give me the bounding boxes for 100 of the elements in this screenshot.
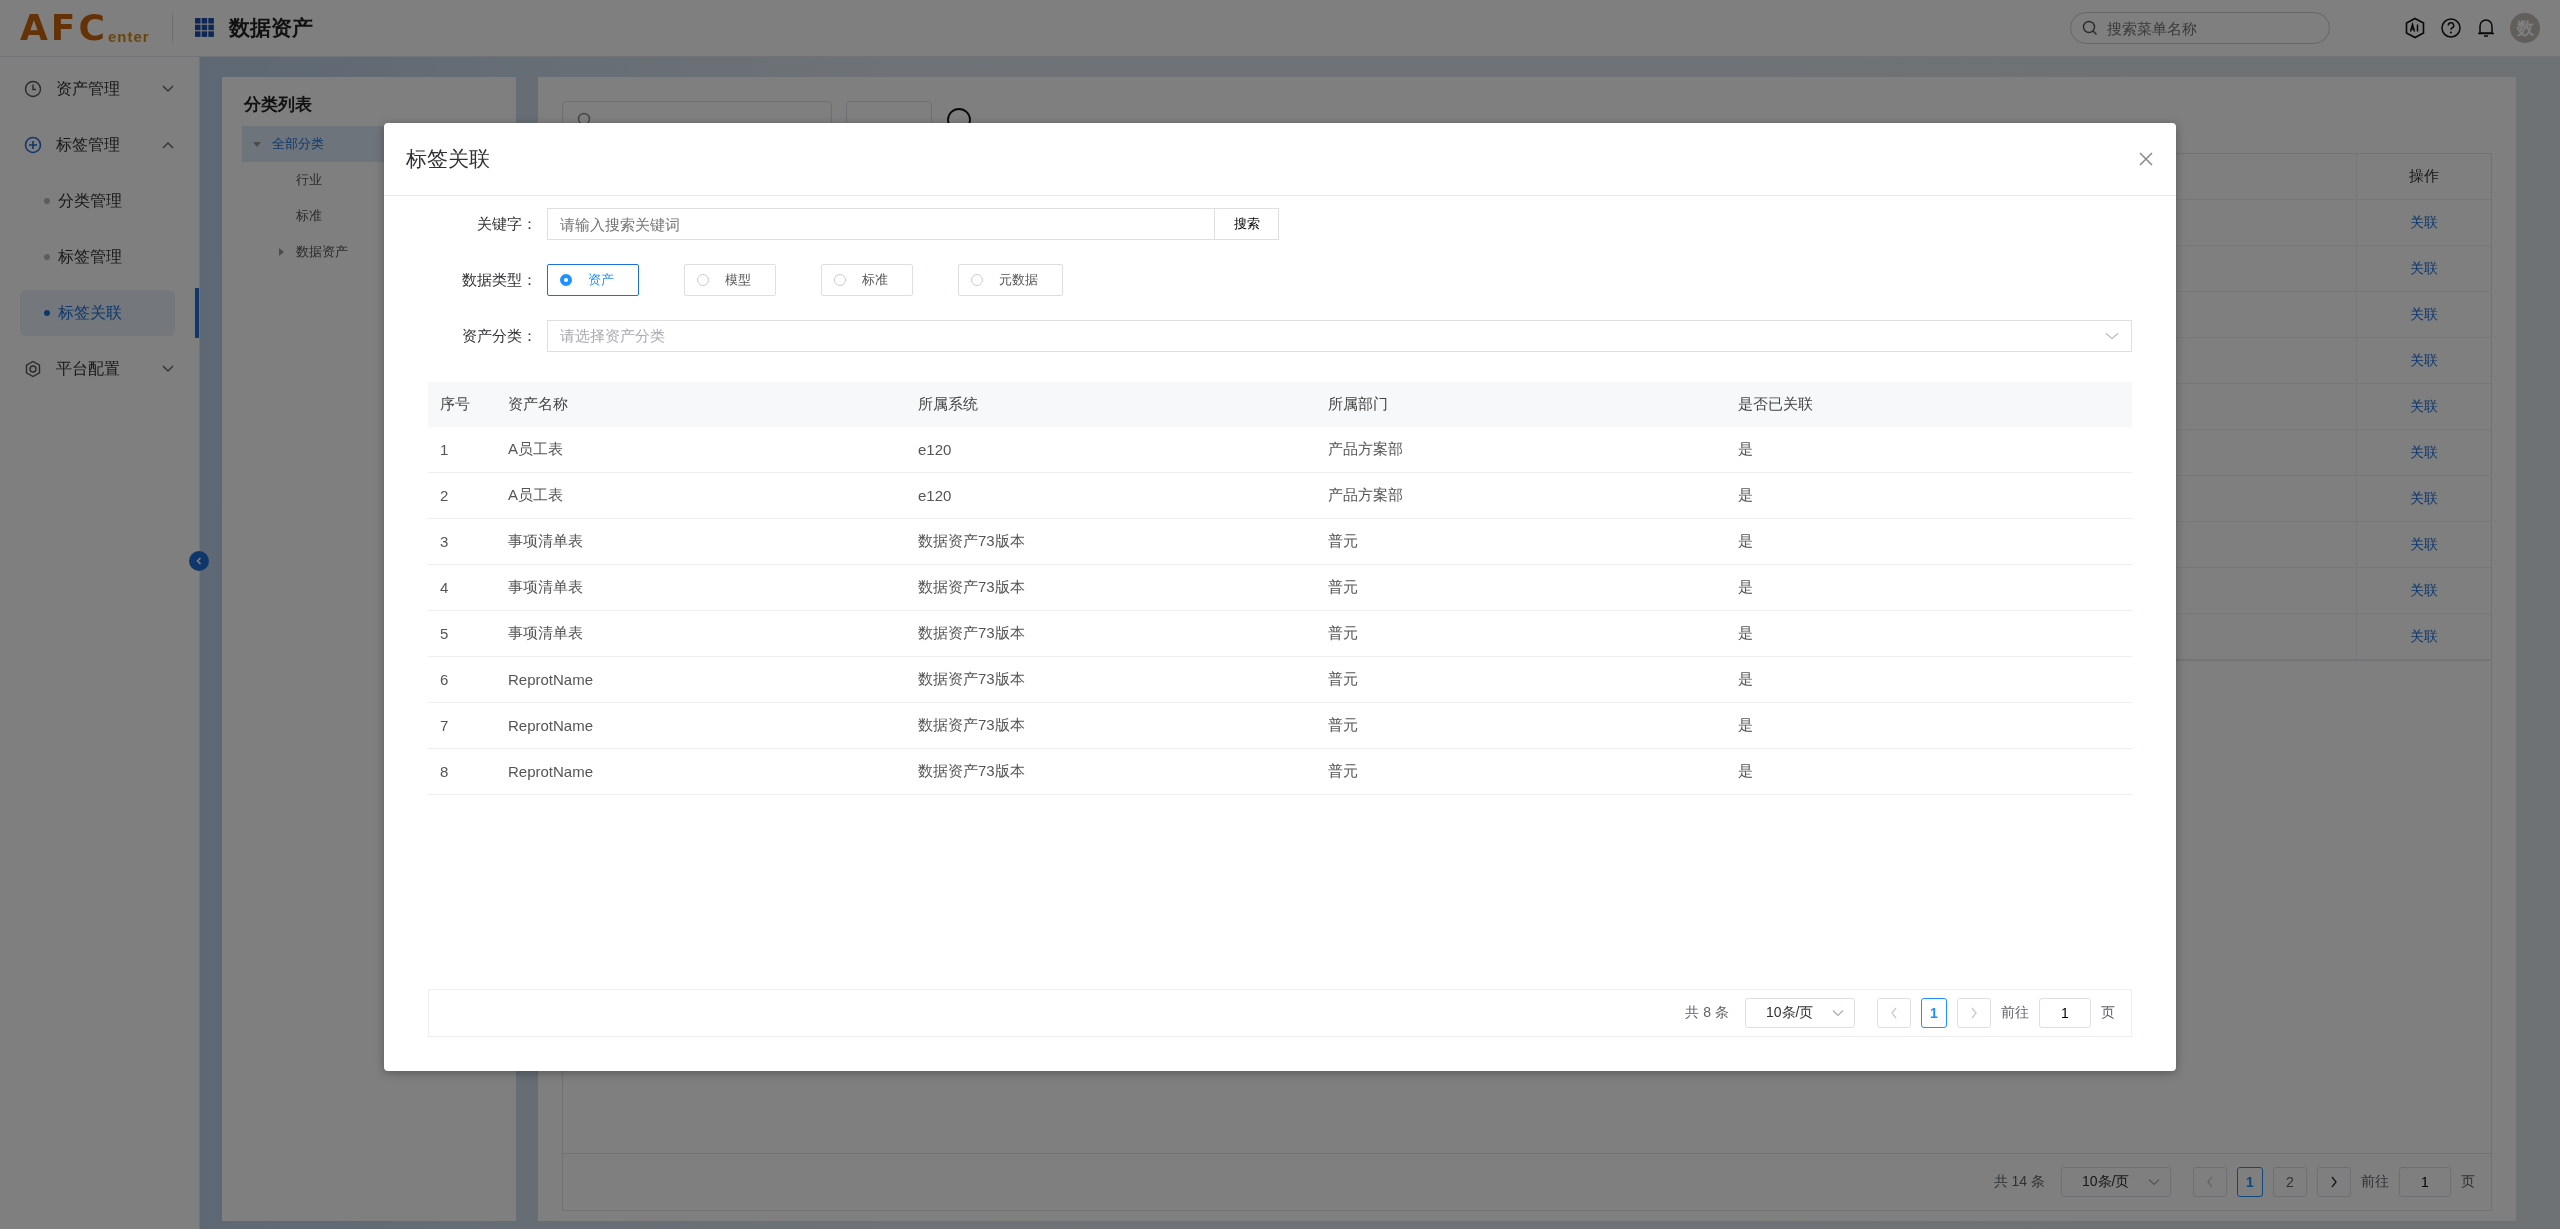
table-cell-text: 事项清单表 bbox=[508, 532, 584, 551]
link-action[interactable]: 关联 bbox=[2410, 259, 2438, 278]
page-button[interactable]: 1 bbox=[2237, 1167, 2263, 1197]
page-unit-label: 页 bbox=[2101, 1004, 2115, 1022]
table-cell-text: A员工表 bbox=[508, 486, 564, 505]
page-number-field[interactable]: 1 bbox=[2399, 1167, 2451, 1197]
table-cell-text: 3 bbox=[440, 533, 450, 550]
nav-group-item[interactable]: 标签管理 bbox=[0, 117, 199, 173]
page-size-select[interactable]: 10条/页 bbox=[1745, 998, 1855, 1028]
table-cell-text: 是 bbox=[1738, 716, 1754, 735]
settings-icon bbox=[24, 360, 42, 378]
table-cell-text: 6 bbox=[440, 671, 450, 688]
table-cell-text: ReprotName bbox=[508, 717, 595, 734]
link-action[interactable]: 关联 bbox=[2410, 581, 2438, 600]
goto-label: 前往 bbox=[2001, 1004, 2029, 1022]
chevron-left-icon bbox=[2206, 1176, 2214, 1188]
table-cell-text: e120 bbox=[918, 441, 953, 458]
nav-group-item[interactable]: 资产管理 bbox=[0, 61, 199, 117]
search-button[interactable]: 搜索 bbox=[1215, 208, 1279, 240]
link-action[interactable]: 关联 bbox=[2410, 489, 2438, 508]
bell-icon[interactable] bbox=[2476, 17, 2496, 39]
nav-group-item[interactable]: 平台配置 bbox=[0, 341, 199, 397]
chevron-down-icon bbox=[2105, 332, 2119, 340]
radio-option[interactable]: 资产 bbox=[547, 264, 639, 296]
table-cell-text: ReprotName bbox=[508, 763, 595, 780]
goto-label: 前往 bbox=[2361, 1173, 2389, 1191]
page-button[interactable]: 2 bbox=[2273, 1167, 2307, 1197]
table-cell-text: 产品方案部 bbox=[1328, 440, 1404, 459]
chevron-right-icon bbox=[2330, 1176, 2338, 1188]
table-cell-text: 4 bbox=[440, 579, 450, 596]
radio-option[interactable]: 元数据 bbox=[958, 264, 1063, 296]
table-cell-text: 是 bbox=[1738, 440, 1754, 459]
tree-node[interactable]: 数据资产 bbox=[242, 234, 496, 270]
table-cell-text: 数据资产73版本 bbox=[918, 578, 1026, 597]
nav-item[interactable]: 标签关联 bbox=[20, 290, 175, 336]
link-action[interactable]: 关联 bbox=[2410, 535, 2438, 554]
table-cell-text: 2 bbox=[440, 487, 450, 504]
app-title: 数据资产 bbox=[228, 15, 313, 41]
table-cell-text: ReprotName bbox=[508, 671, 595, 688]
link-action[interactable]: 关联 bbox=[2410, 627, 2438, 646]
nav-item[interactable]: 分类管理 bbox=[20, 178, 179, 224]
link-action[interactable]: 关联 bbox=[2410, 397, 2438, 416]
nav-item[interactable]: 标签管理 bbox=[20, 234, 179, 280]
ai-hexagon-icon[interactable] bbox=[2404, 17, 2426, 39]
radio-option[interactable]: 模型 bbox=[684, 264, 776, 296]
table-cell-text: 是 bbox=[1738, 624, 1754, 643]
chevron-down-icon bbox=[1832, 1009, 1844, 1017]
table-cell-text: 1 bbox=[440, 441, 450, 458]
table-cell-text: 事项清单表 bbox=[508, 578, 584, 597]
category-select[interactable]: 请选择资产分类 bbox=[547, 320, 2132, 352]
chevron-down-icon bbox=[2148, 1178, 2160, 1186]
link-action[interactable]: 关联 bbox=[2410, 213, 2438, 232]
table-cell-text: 普元 bbox=[1328, 762, 1359, 781]
plus-circle-icon bbox=[24, 136, 42, 154]
table-cell-text: 普元 bbox=[1328, 716, 1359, 735]
table-cell-text: 是 bbox=[1738, 532, 1754, 551]
clock-icon bbox=[24, 80, 42, 98]
table-cell-text: 是 bbox=[1738, 578, 1754, 597]
field-label: 资产分类： bbox=[461, 326, 538, 346]
table-cell-text: 事项清单表 bbox=[508, 624, 584, 643]
table-cell-text: 产品方案部 bbox=[1328, 486, 1404, 505]
chevron-right-icon bbox=[1970, 1007, 1978, 1019]
table-cell-text: 是 bbox=[1738, 762, 1754, 781]
panel-title: 分类列表 bbox=[244, 94, 313, 116]
column-header: 所属系统 bbox=[918, 395, 979, 414]
page-number-field[interactable]: 1 bbox=[2039, 998, 2091, 1028]
column-header: 是否已关联 bbox=[1738, 395, 1814, 414]
table-cell-text: e120 bbox=[918, 487, 953, 504]
keyword-field[interactable]: 请输入搜索关键词 bbox=[547, 208, 1215, 240]
table-cell-text: 数据资产73版本 bbox=[918, 670, 1026, 689]
menu-search-field[interactable]: 搜索菜单名称 bbox=[2070, 12, 2330, 44]
table-cell-text: 数据资产73版本 bbox=[918, 624, 1026, 643]
page-button[interactable]: 1 bbox=[1921, 998, 1947, 1028]
total-count: 共 14 条 bbox=[1993, 1173, 2045, 1191]
total-count: 共 8 条 bbox=[1685, 1004, 1729, 1022]
table-cell-text: 普元 bbox=[1328, 624, 1359, 643]
table-cell-text: 普元 bbox=[1328, 578, 1359, 597]
search-icon bbox=[2082, 20, 2098, 36]
table-cell-text: 普元 bbox=[1328, 670, 1359, 689]
table-cell-text: 7 bbox=[440, 717, 450, 734]
collapse-sidebar-button[interactable] bbox=[189, 551, 209, 571]
radio-option[interactable]: 标准 bbox=[821, 264, 913, 296]
close-icon[interactable] bbox=[2138, 151, 2154, 167]
table-cell-text: 数据资产73版本 bbox=[918, 762, 1026, 781]
apps-grid-icon[interactable] bbox=[194, 18, 215, 38]
field-label: 数据类型： bbox=[461, 270, 538, 290]
column-header: 序号 bbox=[440, 395, 471, 414]
chevron-left-icon bbox=[194, 556, 204, 566]
logo: AFC enter bbox=[20, 10, 150, 46]
table-cell-text: A员工表 bbox=[508, 440, 564, 459]
link-action[interactable]: 关联 bbox=[2410, 443, 2438, 462]
chevron-left-icon bbox=[1890, 1007, 1898, 1019]
page-size-select[interactable]: 10条/页 bbox=[2061, 1167, 2171, 1197]
link-action[interactable]: 关联 bbox=[2410, 351, 2438, 370]
table-cell-text: 8 bbox=[440, 763, 450, 780]
table-cell-text: 是 bbox=[1738, 486, 1754, 505]
field-label: 关键字： bbox=[476, 214, 538, 234]
table-cell-text: 是 bbox=[1738, 670, 1754, 689]
column-header: 操作 bbox=[2356, 154, 2491, 199]
link-action[interactable]: 关联 bbox=[2410, 305, 2438, 324]
